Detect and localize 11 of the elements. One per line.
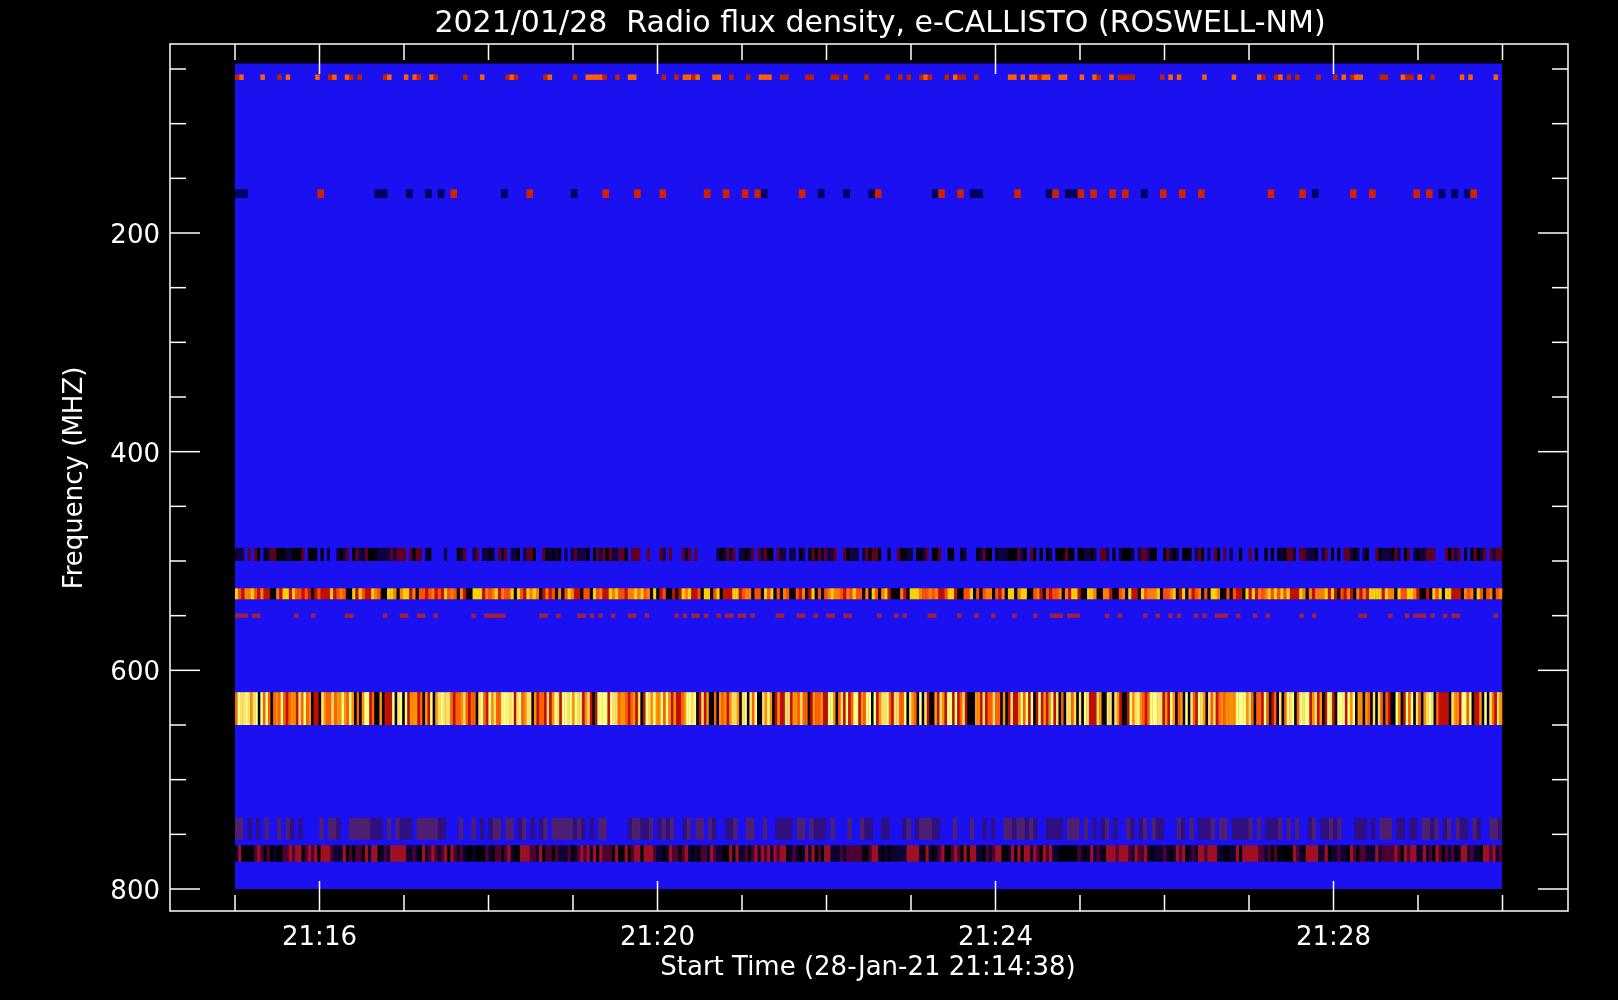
x-tick-label: 21:20 [620,921,695,951]
y-axis-label: Frequency (MHZ) [58,366,88,590]
x-tick-label: 21:28 [1296,921,1371,951]
y-tick-label: 800 [110,875,160,905]
x-axis-label: Start Time (28-Jan-21 21:14:38) [660,951,1076,981]
y-tick-label: 200 [110,219,160,249]
y-tick-label: 400 [110,437,160,468]
x-tick-label: 21:16 [282,921,357,951]
plot-title: 2021/01/28 Radio flux density, e-CALLISTO (ROSWELL-NM) [434,4,1326,39]
y-tick-label: 600 [110,656,160,687]
x-tick-label: 21:24 [958,921,1033,951]
